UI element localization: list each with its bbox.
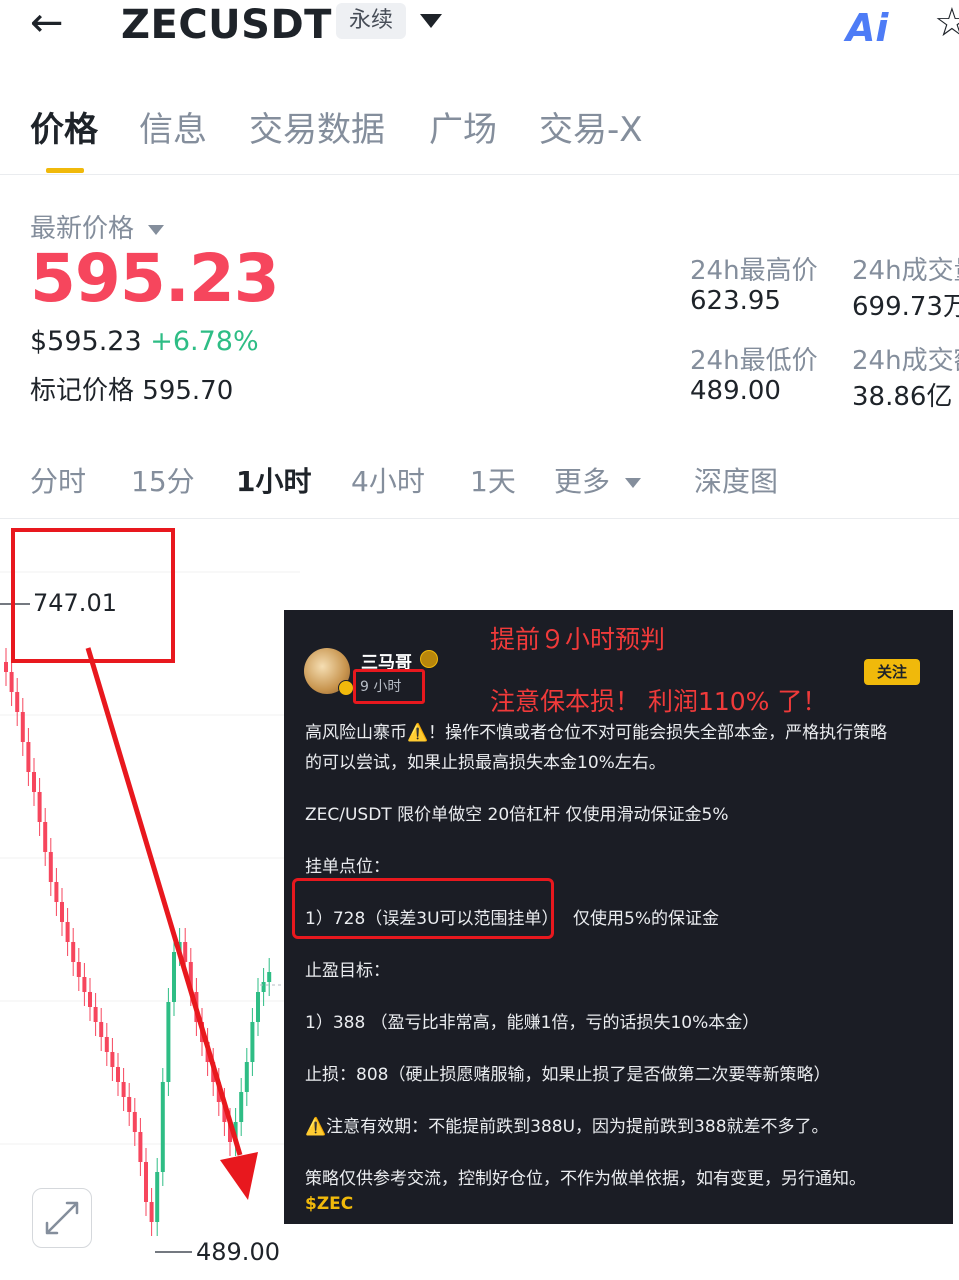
contract-type-badge: 永续 xyxy=(336,3,406,39)
verified-badge-icon xyxy=(338,680,354,696)
overlay-note-1: 提前９小时预判 xyxy=(490,625,666,654)
timeframe-1d[interactable]: 1天 xyxy=(470,460,516,500)
post-line-10: 策略仅供参考交流，控制好仓位，不作为做单依据，如有变更，另行通知。 xyxy=(305,1169,866,1189)
depth-chart-tab[interactable]: 深度图 xyxy=(694,460,778,500)
candle-body xyxy=(32,772,36,792)
candle-body xyxy=(26,742,31,772)
candle-body xyxy=(54,882,59,902)
post-line-6: 止盈目标： xyxy=(305,961,390,981)
candle-body xyxy=(20,712,25,742)
candle-body xyxy=(60,902,64,922)
volume-stats: 24h成交量 699.73万 24h成交额 38.86亿 xyxy=(852,250,959,410)
timeframe-divider xyxy=(0,518,959,519)
more-caret-icon xyxy=(624,478,641,488)
volume-24h-label: 24h成交量 xyxy=(852,256,959,286)
low-24h-value: 489.00 xyxy=(690,376,781,406)
turnover-24h-label: 24h成交额 xyxy=(852,346,959,376)
candle-body xyxy=(37,792,42,822)
downtrend-arrow-icon xyxy=(85,647,258,1200)
candle-body xyxy=(48,852,53,882)
price-type-caret-icon[interactable] xyxy=(148,224,165,235)
post-line-4: 挂单点位： xyxy=(305,857,390,877)
timeframe-4h[interactable]: 4小时 xyxy=(351,460,425,500)
mark-price-row: 标记价格 595.70 xyxy=(30,370,233,407)
usd-price: $595.23 xyxy=(30,326,142,357)
turnover-24h-value: 38.86亿 xyxy=(852,382,953,410)
high-24h-value: 623.95 xyxy=(690,286,781,316)
last-price: 595.23 xyxy=(30,240,280,317)
mark-price-label: 标记价格 xyxy=(30,376,135,406)
favorite-star-icon[interactable]: ☆ xyxy=(934,0,959,46)
tabs-divider xyxy=(0,174,959,175)
back-arrow-icon[interactable]: ← xyxy=(30,3,64,43)
post-line-1: 高风险山寨币⚠️！操作不慎或者仓位不对可能会损失全部本金，严格执行策略 xyxy=(305,723,888,743)
candle-body xyxy=(65,922,70,942)
post-line-3: ZEC/USDT 限价单做空 20倍杠杆 仅使用滑动保证金5% xyxy=(305,805,729,825)
post-line-8: 止损：808（硬止损愿赌服输，如果止损了是否做第二次要等新策略） xyxy=(305,1065,831,1085)
author-level-icon xyxy=(420,650,438,668)
active-tab-indicator xyxy=(46,168,84,173)
tab-trade-x[interactable]: 交易-X xyxy=(539,102,643,151)
usd-price-row: $595.23 +6.78% xyxy=(30,326,259,357)
candle-body xyxy=(9,672,14,692)
post-line-5b: 仅使用5%的保证金 xyxy=(573,909,719,929)
tab-info[interactable]: 信息 xyxy=(139,102,207,151)
candle-body xyxy=(4,662,8,672)
ai-assistant-icon[interactable]: Ai xyxy=(846,6,888,50)
overlay-note-2: 注意保本损！ 利润110% 了！ xyxy=(490,687,828,716)
low-24h-label: 24h最低价 xyxy=(690,346,818,376)
tab-price[interactable]: 价格 xyxy=(30,102,98,151)
time-highlight-box xyxy=(353,669,425,704)
candle-body xyxy=(71,942,76,962)
high-24h-label: 24h最高价 xyxy=(690,256,818,286)
volume-24h-value: 699.73万 xyxy=(852,292,959,322)
post-ticker-link[interactable]: $ZEC xyxy=(305,1194,353,1214)
timeframe-line[interactable]: 分时 xyxy=(30,460,86,500)
mark-price-value: 595.70 xyxy=(142,376,234,406)
symbol-title[interactable]: ZECUSDT xyxy=(121,2,332,48)
timeframe-more[interactable]: 更多 xyxy=(554,460,641,500)
timeframe-1h[interactable]: 1小时 xyxy=(236,460,311,500)
timeframe-15m[interactable]: 15分 xyxy=(131,460,195,500)
strategy-post-card: 提前９小时预判 注意保本损！ 利润110% 了！ 三马哥 9 小时 关注 高风险… xyxy=(284,610,953,1224)
follow-button[interactable]: 关注 xyxy=(864,659,920,685)
tab-trading-data[interactable]: 交易数据 xyxy=(249,102,385,151)
entry-highlight-box xyxy=(292,878,554,939)
post-line-7: 1）388 （盈亏比非常高，能赚1倍，亏的话损失10%本金） xyxy=(305,1013,760,1033)
price-change: +6.78% xyxy=(150,326,259,357)
candle-body xyxy=(43,822,48,852)
post-line-9: ⚠️注意有效期：不能提前跌到388U，因为提前跌到388就差不多了。 xyxy=(305,1117,829,1137)
post-line-2: 的可以尝试，如果止损最高损失本金10%左右。 xyxy=(305,753,666,773)
chart-low-marker: 489.00 xyxy=(196,1238,280,1266)
candle-body xyxy=(15,692,20,712)
symbol-dropdown-icon[interactable] xyxy=(420,14,442,28)
tab-square[interactable]: 广场 xyxy=(429,102,497,151)
